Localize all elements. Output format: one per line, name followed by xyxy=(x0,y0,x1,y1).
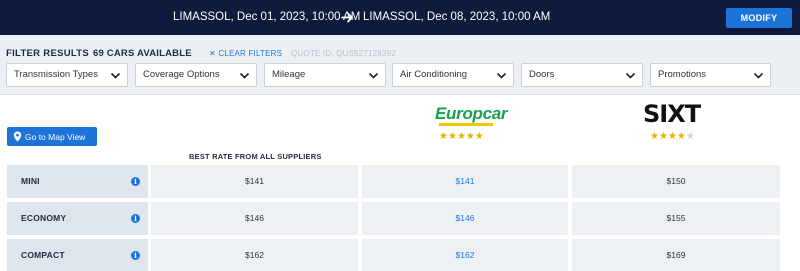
air-conditioning-dropdown[interactable]: Air Conditioning xyxy=(392,63,514,87)
map-pin-icon xyxy=(13,131,22,142)
chevron-down-icon xyxy=(239,72,250,79)
europcar-logo-text: Europcar xyxy=(435,104,508,123)
star-icon: ★ xyxy=(456,131,466,142)
clear-filters-link[interactable]: ✕ CLEAR FILTERS xyxy=(209,49,282,58)
info-icon[interactable]: i xyxy=(131,177,140,186)
coverage-options-dropdown[interactable]: Coverage Options xyxy=(135,63,257,87)
info-icon[interactable]: i xyxy=(131,214,140,223)
star-icon: ★ xyxy=(447,131,457,142)
chevron-down-icon xyxy=(496,72,507,79)
dropdown-label: Promotions xyxy=(658,69,707,80)
car-category-mini[interactable]: MINI i xyxy=(7,165,148,198)
star-icon: ★ xyxy=(667,131,677,142)
transmission-types-dropdown[interactable]: Transmission Types xyxy=(6,63,128,87)
car-category-economy[interactable]: ECONOMY i xyxy=(7,202,148,235)
category-label: ECONOMY xyxy=(21,213,67,223)
doors-dropdown[interactable]: Doors xyxy=(521,63,643,87)
europcar-rate-link[interactable]: $146 xyxy=(362,202,568,235)
dropoff-summary: LIMASSOL, Dec 08, 2023, 10:00 AM xyxy=(363,11,551,23)
sixt-rate-cell: $169 xyxy=(572,239,780,271)
promotions-dropdown[interactable]: Promotions xyxy=(650,63,771,87)
quote-id: QUOTE ID: QUS527128392 xyxy=(291,49,396,58)
best-rate-cell: $146 xyxy=(151,202,358,235)
sixt-rate-cell: $155 xyxy=(572,202,780,235)
close-icon: ✕ xyxy=(209,49,216,58)
go-to-map-view-button[interactable]: Go to Map View xyxy=(7,127,97,146)
best-rate-cell: $141 xyxy=(151,165,358,198)
map-button-label: Go to Map View xyxy=(25,131,86,142)
star-icon: ★ xyxy=(676,131,686,142)
best-rate-cell: $162 xyxy=(151,239,358,271)
chevron-down-icon xyxy=(753,72,764,79)
best-rate-heading: BEST RATE FROM ALL SUPPLIERS xyxy=(189,152,322,161)
dropdown-label: Doors xyxy=(529,69,555,80)
dropdown-label: Transmission Types xyxy=(14,69,98,80)
star-icon: ★ xyxy=(474,131,484,142)
clear-filters-label: CLEAR FILTERS xyxy=(218,49,283,58)
search-summary-bar: LIMASSOL, Dec 01, 2023, 10:00 AM LIMASSO… xyxy=(0,0,800,35)
category-label: MINI xyxy=(21,176,40,186)
star-icon: ★ xyxy=(658,131,668,142)
filter-results-heading: FILTER RESULTS xyxy=(6,48,90,59)
car-category-compact[interactable]: COMPACT i xyxy=(7,239,148,271)
dropdown-label: Mileage xyxy=(272,69,306,80)
dropdown-label: Coverage Options xyxy=(143,69,220,80)
modify-button[interactable]: MODIFY xyxy=(726,8,792,28)
star-icon: ★ xyxy=(650,131,659,142)
cars-available-count: 69 CARS AVAILABLE xyxy=(93,48,192,59)
sixt-logo-text: SIXT xyxy=(643,100,701,128)
chevron-down-icon xyxy=(625,72,636,79)
category-label: COMPACT xyxy=(21,250,65,260)
europcar-rate-link[interactable]: $141 xyxy=(362,165,568,198)
star-icon: ★ xyxy=(465,131,475,142)
dropdown-label: Air Conditioning xyxy=(400,69,468,80)
sixt-logo[interactable]: SIXT xyxy=(643,100,701,128)
star-icon: ★ xyxy=(439,131,448,142)
sixt-rating: ★★★★★ xyxy=(650,131,695,142)
star-empty-icon: ★ xyxy=(685,131,695,142)
chevron-down-icon xyxy=(110,72,121,79)
info-icon[interactable]: i xyxy=(131,251,140,260)
sixt-rate-cell: $150 xyxy=(572,165,780,198)
pickup-summary: LIMASSOL, Dec 01, 2023, 10:00 AM xyxy=(173,11,361,23)
europcar-rating: ★★★★★ xyxy=(439,131,484,142)
chevron-down-icon xyxy=(368,72,379,79)
arrow-right-icon xyxy=(341,12,353,23)
europcar-logo[interactable]: Europcar xyxy=(435,104,508,126)
europcar-logo-underline xyxy=(439,123,493,126)
mileage-dropdown[interactable]: Mileage xyxy=(264,63,386,87)
europcar-rate-link[interactable]: $162 xyxy=(362,239,568,271)
